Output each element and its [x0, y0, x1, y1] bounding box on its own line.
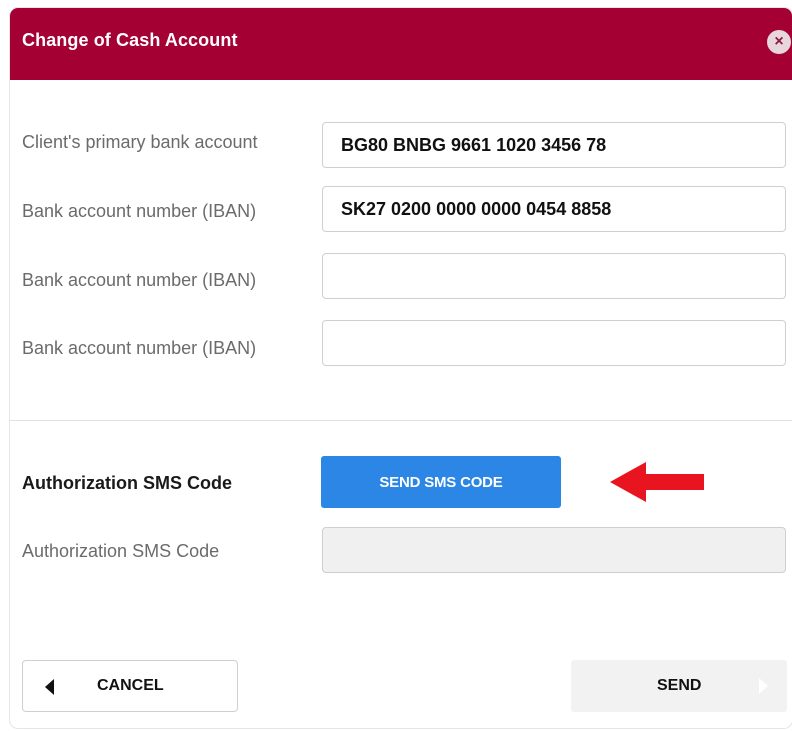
- send-sms-code-button[interactable]: SEND SMS CODE: [321, 456, 561, 508]
- cancel-button-label: CANCEL: [97, 677, 164, 694]
- back-arrow-icon: [45, 679, 54, 695]
- iban-label-2: Bank account number (IBAN): [22, 270, 257, 290]
- section-divider: [10, 420, 792, 421]
- close-icon[interactable]: ×: [767, 30, 791, 54]
- forward-arrow-icon: [759, 678, 768, 694]
- sms-heading: Authorization SMS Code: [22, 473, 232, 493]
- sms-code-label: Authorization SMS Code: [22, 541, 220, 561]
- change-cash-account-dialog: Change of Cash Account × Client's primar…: [10, 8, 792, 728]
- send-button-label: SEND: [657, 677, 702, 694]
- red-arrow-icon: [610, 462, 704, 502]
- iban-input-2[interactable]: [322, 253, 786, 299]
- iban-label-1: Bank account number (IBAN): [22, 201, 257, 221]
- iban-label-3: Bank account number (IBAN): [22, 338, 257, 358]
- dialog-header: Change of Cash Account ×: [10, 8, 792, 80]
- send-button[interactable]: SEND: [571, 660, 787, 712]
- primary-account-label: Client's primary bank account: [22, 132, 258, 152]
- primary-account-input[interactable]: [322, 122, 786, 168]
- sms-code-input[interactable]: [322, 527, 786, 573]
- cancel-button[interactable]: CANCEL: [22, 660, 238, 712]
- iban-input-3[interactable]: [322, 320, 786, 366]
- iban-input-1[interactable]: [322, 186, 786, 232]
- dialog-title: Change of Cash Account: [22, 30, 238, 50]
